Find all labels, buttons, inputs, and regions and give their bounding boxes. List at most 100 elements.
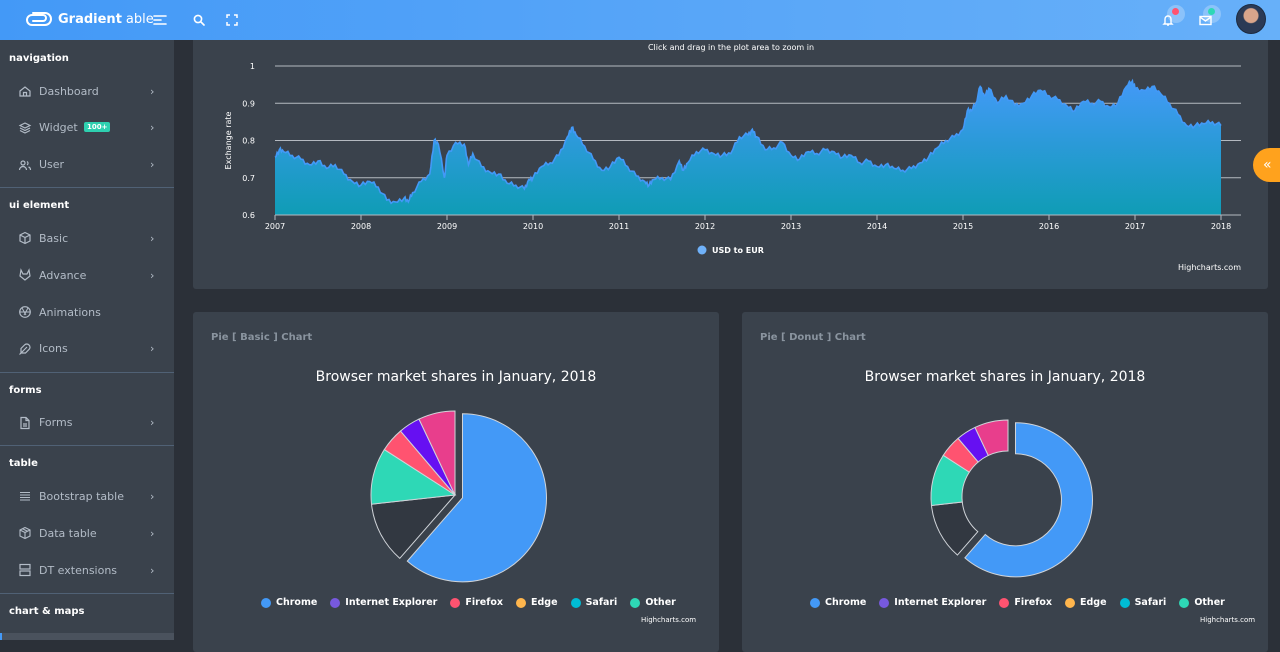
legend-label: Firefox	[465, 597, 504, 608]
legend-swatch[interactable]	[697, 245, 707, 255]
sidebar-item-animations[interactable]: Animations	[0, 297, 174, 327]
x-tick-label: 2013	[781, 222, 801, 231]
legend-label: Chrome	[276, 597, 318, 608]
sidebar-item-dashboard[interactable]: Dashboard ›	[0, 76, 174, 106]
legend-item-firefox[interactable]: Firefox	[450, 597, 503, 608]
sidebar-divider	[0, 187, 174, 189]
customizer-toggle-button[interactable]: «	[1253, 148, 1280, 182]
x-tick-label: 2017	[1125, 222, 1145, 231]
double-chevron-left-icon: «	[1263, 157, 1272, 173]
legend-label: Chrome	[825, 597, 867, 608]
legend-swatch	[570, 597, 581, 608]
legend-label: Firefox	[1014, 597, 1053, 608]
area-series-fill	[275, 80, 1221, 216]
user-avatar[interactable]	[1236, 4, 1266, 34]
legend-item-firefox[interactable]: Firefox	[999, 597, 1052, 608]
legend-item-other[interactable]: Other	[1179, 597, 1225, 608]
chevron-right-icon: ›	[150, 121, 155, 135]
sidebar-item-label: Widget	[39, 121, 78, 135]
sidebar-item-advance[interactable]: Advance ›	[0, 260, 174, 290]
sidebar-badge: 100+	[84, 121, 111, 132]
sidebar-item-icons[interactable]: Icons ›	[0, 334, 174, 364]
legend-label: Other	[645, 597, 676, 608]
sidebar-item-data-table[interactable]: Data table ›	[0, 518, 174, 548]
legend-label: Internet Explorer	[345, 597, 438, 608]
layers-icon	[18, 121, 32, 135]
menu-icon[interactable]	[150, 10, 170, 30]
y-tick-label: 0.7	[242, 174, 255, 183]
legend-swatch	[1119, 597, 1130, 608]
legend-item-internet-explorer[interactable]: Internet Explorer	[879, 597, 986, 608]
highcharts-credit[interactable]: Highcharts.com	[1200, 616, 1255, 624]
brand-logo[interactable]: Gradient able	[24, 10, 154, 28]
legend-label: Edge	[1080, 597, 1107, 608]
chevron-right-icon: ›	[150, 342, 155, 356]
legend-item-other[interactable]: Other	[630, 597, 676, 608]
x-tick-label: 2012	[695, 222, 715, 231]
x-tick-label: 2016	[1039, 222, 1059, 231]
x-tick-label: 2011	[609, 222, 629, 231]
legend-item-safari[interactable]: Safari	[570, 597, 618, 608]
sidebar-section-title: chart & maps	[9, 605, 85, 617]
sidebar-section-title: forms	[9, 384, 42, 396]
logo-text-bold: Gradient	[58, 11, 122, 27]
x-tick-label: 2015	[953, 222, 973, 231]
legend-swatch	[1179, 597, 1190, 608]
legend-swatch	[1065, 597, 1076, 608]
pie-legend: Chrome Internet Explorer Firefox Edge Safari…	[261, 597, 689, 608]
fullscreen-icon[interactable]	[222, 10, 242, 30]
sidebar-item-widget[interactable]: Widget 100+ ›	[0, 113, 174, 143]
sidebar-item-user[interactable]: User ›	[0, 150, 174, 180]
sidebar: navigation Dashboard › Widget 100+ › Use…	[0, 40, 174, 640]
sidebar-divider	[0, 445, 174, 447]
x-tick-label: 2009	[437, 222, 457, 231]
highcharts-credit[interactable]: Highcharts.com	[641, 616, 696, 624]
sidebar-item-label: Data table	[39, 526, 97, 540]
legend-swatch	[810, 597, 820, 608]
pie-slice-internet-explorer[interactable]	[930, 501, 979, 556]
legend-label: Safari	[585, 597, 618, 608]
sidebar-item-bootstrap-table[interactable]: Bootstrap table ›	[0, 481, 174, 511]
mail-dot	[1208, 8, 1215, 15]
legend-item-usd-to-eur[interactable]: USD to EUR	[712, 246, 764, 255]
y-tick-label: 0.8	[242, 137, 255, 146]
legend-item-internet-explorer[interactable]: Internet Explorer	[330, 597, 437, 608]
notification-dot	[1172, 8, 1179, 15]
chevron-right-icon: ›	[150, 268, 155, 282]
search-icon[interactable]	[189, 10, 209, 30]
sidebar-divider	[0, 371, 174, 373]
sidebar-item-label: Animations	[39, 305, 101, 319]
chevron-right-icon: ›	[150, 489, 155, 503]
users-icon	[18, 158, 32, 172]
package-icon	[18, 526, 32, 540]
legend-item-edge[interactable]: Edge	[1065, 597, 1107, 608]
sidebar-item-label: DT extensions	[39, 563, 118, 577]
chevron-right-icon: ›	[150, 563, 155, 577]
legend-swatch	[630, 597, 641, 608]
sidebar-item-forms[interactable]: Forms ›	[0, 408, 174, 438]
legend-swatch	[879, 597, 890, 608]
feather-icon	[18, 342, 32, 356]
gitlab-icon	[18, 268, 32, 282]
legend-label: Safari	[1134, 597, 1167, 608]
top-navbar: Gradient able	[0, 0, 1280, 40]
chevron-right-icon: ›	[150, 526, 155, 540]
highcharts-credit[interactable]: Highcharts.com	[1178, 263, 1241, 272]
y-tick-label: 0.6	[242, 211, 255, 220]
sidebar-item-dt-extensions[interactable]: DT extensions ›	[0, 555, 174, 585]
x-tick-label: 2010	[523, 222, 543, 231]
legend-item-chrome[interactable]: Chrome	[261, 597, 317, 608]
legend-swatch	[999, 597, 1010, 608]
pie-chart[interactable]	[193, 312, 719, 612]
sidebar-item-label: Dashboard	[39, 84, 99, 98]
exchange-rate-chart[interactable]: Click and drag in the plot area to zoom …	[193, 40, 1268, 289]
sidebar-active-item[interactable]	[0, 633, 174, 640]
legend-item-edge[interactable]: Edge	[516, 597, 558, 608]
legend-item-chrome[interactable]: Chrome	[810, 597, 866, 608]
donut-chart[interactable]	[742, 312, 1268, 612]
sidebar-item-label: Forms	[39, 416, 73, 430]
legend-swatch	[516, 597, 527, 608]
sidebar-item-basic[interactable]: Basic ›	[0, 223, 174, 253]
legend-item-safari[interactable]: Safari	[1119, 597, 1167, 608]
list-icon	[18, 489, 32, 503]
